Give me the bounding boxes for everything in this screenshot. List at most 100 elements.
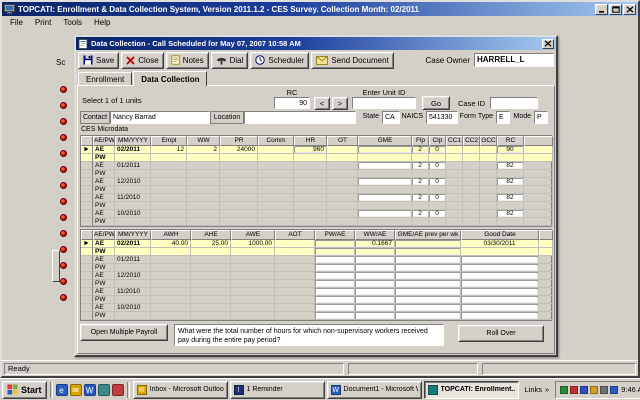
cell-month[interactable]: 11/2010 <box>115 194 151 202</box>
cell-clp[interactable]: 0 <box>429 210 446 218</box>
menu-help[interactable]: Help <box>88 17 116 28</box>
cell-type[interactable]: PW <box>93 170 115 178</box>
close-button[interactable] <box>623 4 636 15</box>
cell-flp[interactable]: 2 <box>412 146 429 154</box>
cell-flp[interactable]: 2 <box>412 178 429 186</box>
task-inbox-microsoft-outlook[interactable]: ✉Inbox - Microsoft Outlook <box>133 381 228 399</box>
tray-icon[interactable] <box>570 386 578 394</box>
start-button[interactable]: Start <box>2 381 47 399</box>
cell-rc[interactable]: 82 <box>497 178 524 186</box>
cell-rc[interactable]: 82 <box>497 162 524 170</box>
cell-type[interactable]: PW <box>93 312 115 320</box>
cell-clp[interactable]: 0 <box>429 162 446 170</box>
cell-pw_ae[interactable] <box>315 280 355 288</box>
cell-ww_ae[interactable] <box>355 272 395 280</box>
cell-flp[interactable]: 2 <box>412 194 429 202</box>
cell-type[interactable]: AE <box>93 256 115 264</box>
cell-rc[interactable]: 82 <box>497 210 524 218</box>
cell-ww_ae[interactable] <box>355 248 395 256</box>
cell-month[interactable]: 12/2010 <box>115 272 151 280</box>
cell-month[interactable] <box>115 218 151 226</box>
cell-gme[interactable] <box>358 210 412 218</box>
tab-enrollment[interactable]: Enrollment <box>78 72 132 85</box>
open-multiple-payroll-button[interactable]: Open Multiple Payroll <box>80 324 168 341</box>
cell-gme[interactable] <box>358 194 412 202</box>
cell-gme_ae[interactable] <box>395 312 461 320</box>
cell-good_date[interactable] <box>461 256 539 264</box>
cell-gme_ae[interactable] <box>395 240 461 248</box>
cell-pw_ae[interactable] <box>315 272 355 280</box>
task-1-reminder[interactable]: !1 Reminder <box>230 381 325 399</box>
media-icon[interactable] <box>112 384 124 396</box>
cell-type[interactable]: AE <box>93 288 115 296</box>
cell-type[interactable]: PW <box>93 202 115 210</box>
send-document-button[interactable]: Send Document <box>311 52 393 69</box>
next-unit-button[interactable]: > <box>332 97 348 110</box>
cell-month[interactable] <box>115 170 151 178</box>
cell-flp[interactable]: 2 <box>412 162 429 170</box>
cell-month[interactable]: 02/2011 <box>115 146 151 154</box>
cell-month[interactable]: 10/2010 <box>115 304 151 312</box>
cell-gme_ae[interactable] <box>395 296 461 304</box>
taskbar-clock[interactable]: 9:46 AM <box>621 385 640 394</box>
tab-data-collection[interactable]: Data Collection <box>133 71 207 86</box>
cell-ww_ae[interactable] <box>355 312 395 320</box>
tray-icon[interactable] <box>600 386 608 394</box>
cell-gme_ae[interactable] <box>395 248 461 256</box>
cell-ww_ae[interactable]: 0.1667 <box>355 240 395 248</box>
contact-label[interactable]: Contact <box>80 111 110 124</box>
case-id-input[interactable] <box>490 97 538 109</box>
form-type-field[interactable]: E <box>496 111 510 124</box>
cell-gme_ae[interactable] <box>395 264 461 272</box>
cell-gme[interactable] <box>358 146 412 154</box>
state-field[interactable]: CA <box>382 111 400 124</box>
cell-month[interactable] <box>115 186 151 194</box>
close-button[interactable]: Close <box>121 52 163 69</box>
menu-file[interactable]: File <box>4 17 29 28</box>
cell-pw_ae[interactable] <box>315 312 355 320</box>
cell-type[interactable]: AE <box>93 162 115 170</box>
cell-pw_ae[interactable] <box>315 264 355 272</box>
mode-field[interactable]: P <box>534 111 548 124</box>
cell-hr[interactable]: 960 <box>294 146 327 154</box>
maximize-button[interactable] <box>609 4 622 15</box>
go-button[interactable]: Go <box>422 96 450 110</box>
menu-print[interactable]: Print <box>29 17 57 28</box>
outlook-icon[interactable]: ✉ <box>70 384 82 396</box>
cell-month[interactable]: 11/2010 <box>115 288 151 296</box>
cell-month[interactable]: 02/2011 <box>115 240 151 248</box>
location-field[interactable] <box>244 111 356 124</box>
cell-type[interactable]: AE <box>93 210 115 218</box>
cell-type[interactable]: AE <box>93 194 115 202</box>
cell-rc[interactable]: 82 <box>497 194 524 202</box>
unit-id-input[interactable] <box>352 97 416 109</box>
cell-type[interactable]: AE <box>93 272 115 280</box>
cell-month[interactable]: 01/2011 <box>115 256 151 264</box>
cell-pw_ae[interactable] <box>315 256 355 264</box>
dialog-close-button[interactable] <box>542 39 554 49</box>
cell-good_date[interactable] <box>461 264 539 272</box>
cell-type[interactable]: PW <box>93 218 115 226</box>
cell-month[interactable] <box>115 312 151 320</box>
cell-pw_ae[interactable] <box>315 288 355 296</box>
desktop-icon[interactable] <box>98 384 110 396</box>
cell-type[interactable]: AE <box>93 304 115 312</box>
task-document1-microsoft-w[interactable]: WDocument1 - Microsoft W... <box>327 381 422 399</box>
tray-icon[interactable] <box>590 386 598 394</box>
roll-over-button[interactable]: Roll Over <box>458 325 544 342</box>
cell-month[interactable]: 10/2010 <box>115 210 151 218</box>
cell-type[interactable]: PW <box>93 186 115 194</box>
cell-type[interactable]: PW <box>93 248 115 256</box>
scheduler-button[interactable]: Scheduler <box>250 52 309 69</box>
cell-gme[interactable] <box>358 178 412 186</box>
links-toolbar[interactable]: Links » <box>521 385 554 394</box>
cell-good_date[interactable] <box>461 272 539 280</box>
background-scrollbar-fragment[interactable] <box>52 250 60 282</box>
cell-gme_ae[interactable] <box>395 256 461 264</box>
cell-type[interactable]: PW <box>93 280 115 288</box>
cell-month[interactable]: 01/2011 <box>115 162 151 170</box>
word-icon[interactable]: W <box>84 384 96 396</box>
cell-good_date[interactable] <box>461 312 539 320</box>
cell-rc[interactable]: 90 <box>497 146 524 154</box>
naics-field[interactable]: 541330 <box>426 111 458 124</box>
